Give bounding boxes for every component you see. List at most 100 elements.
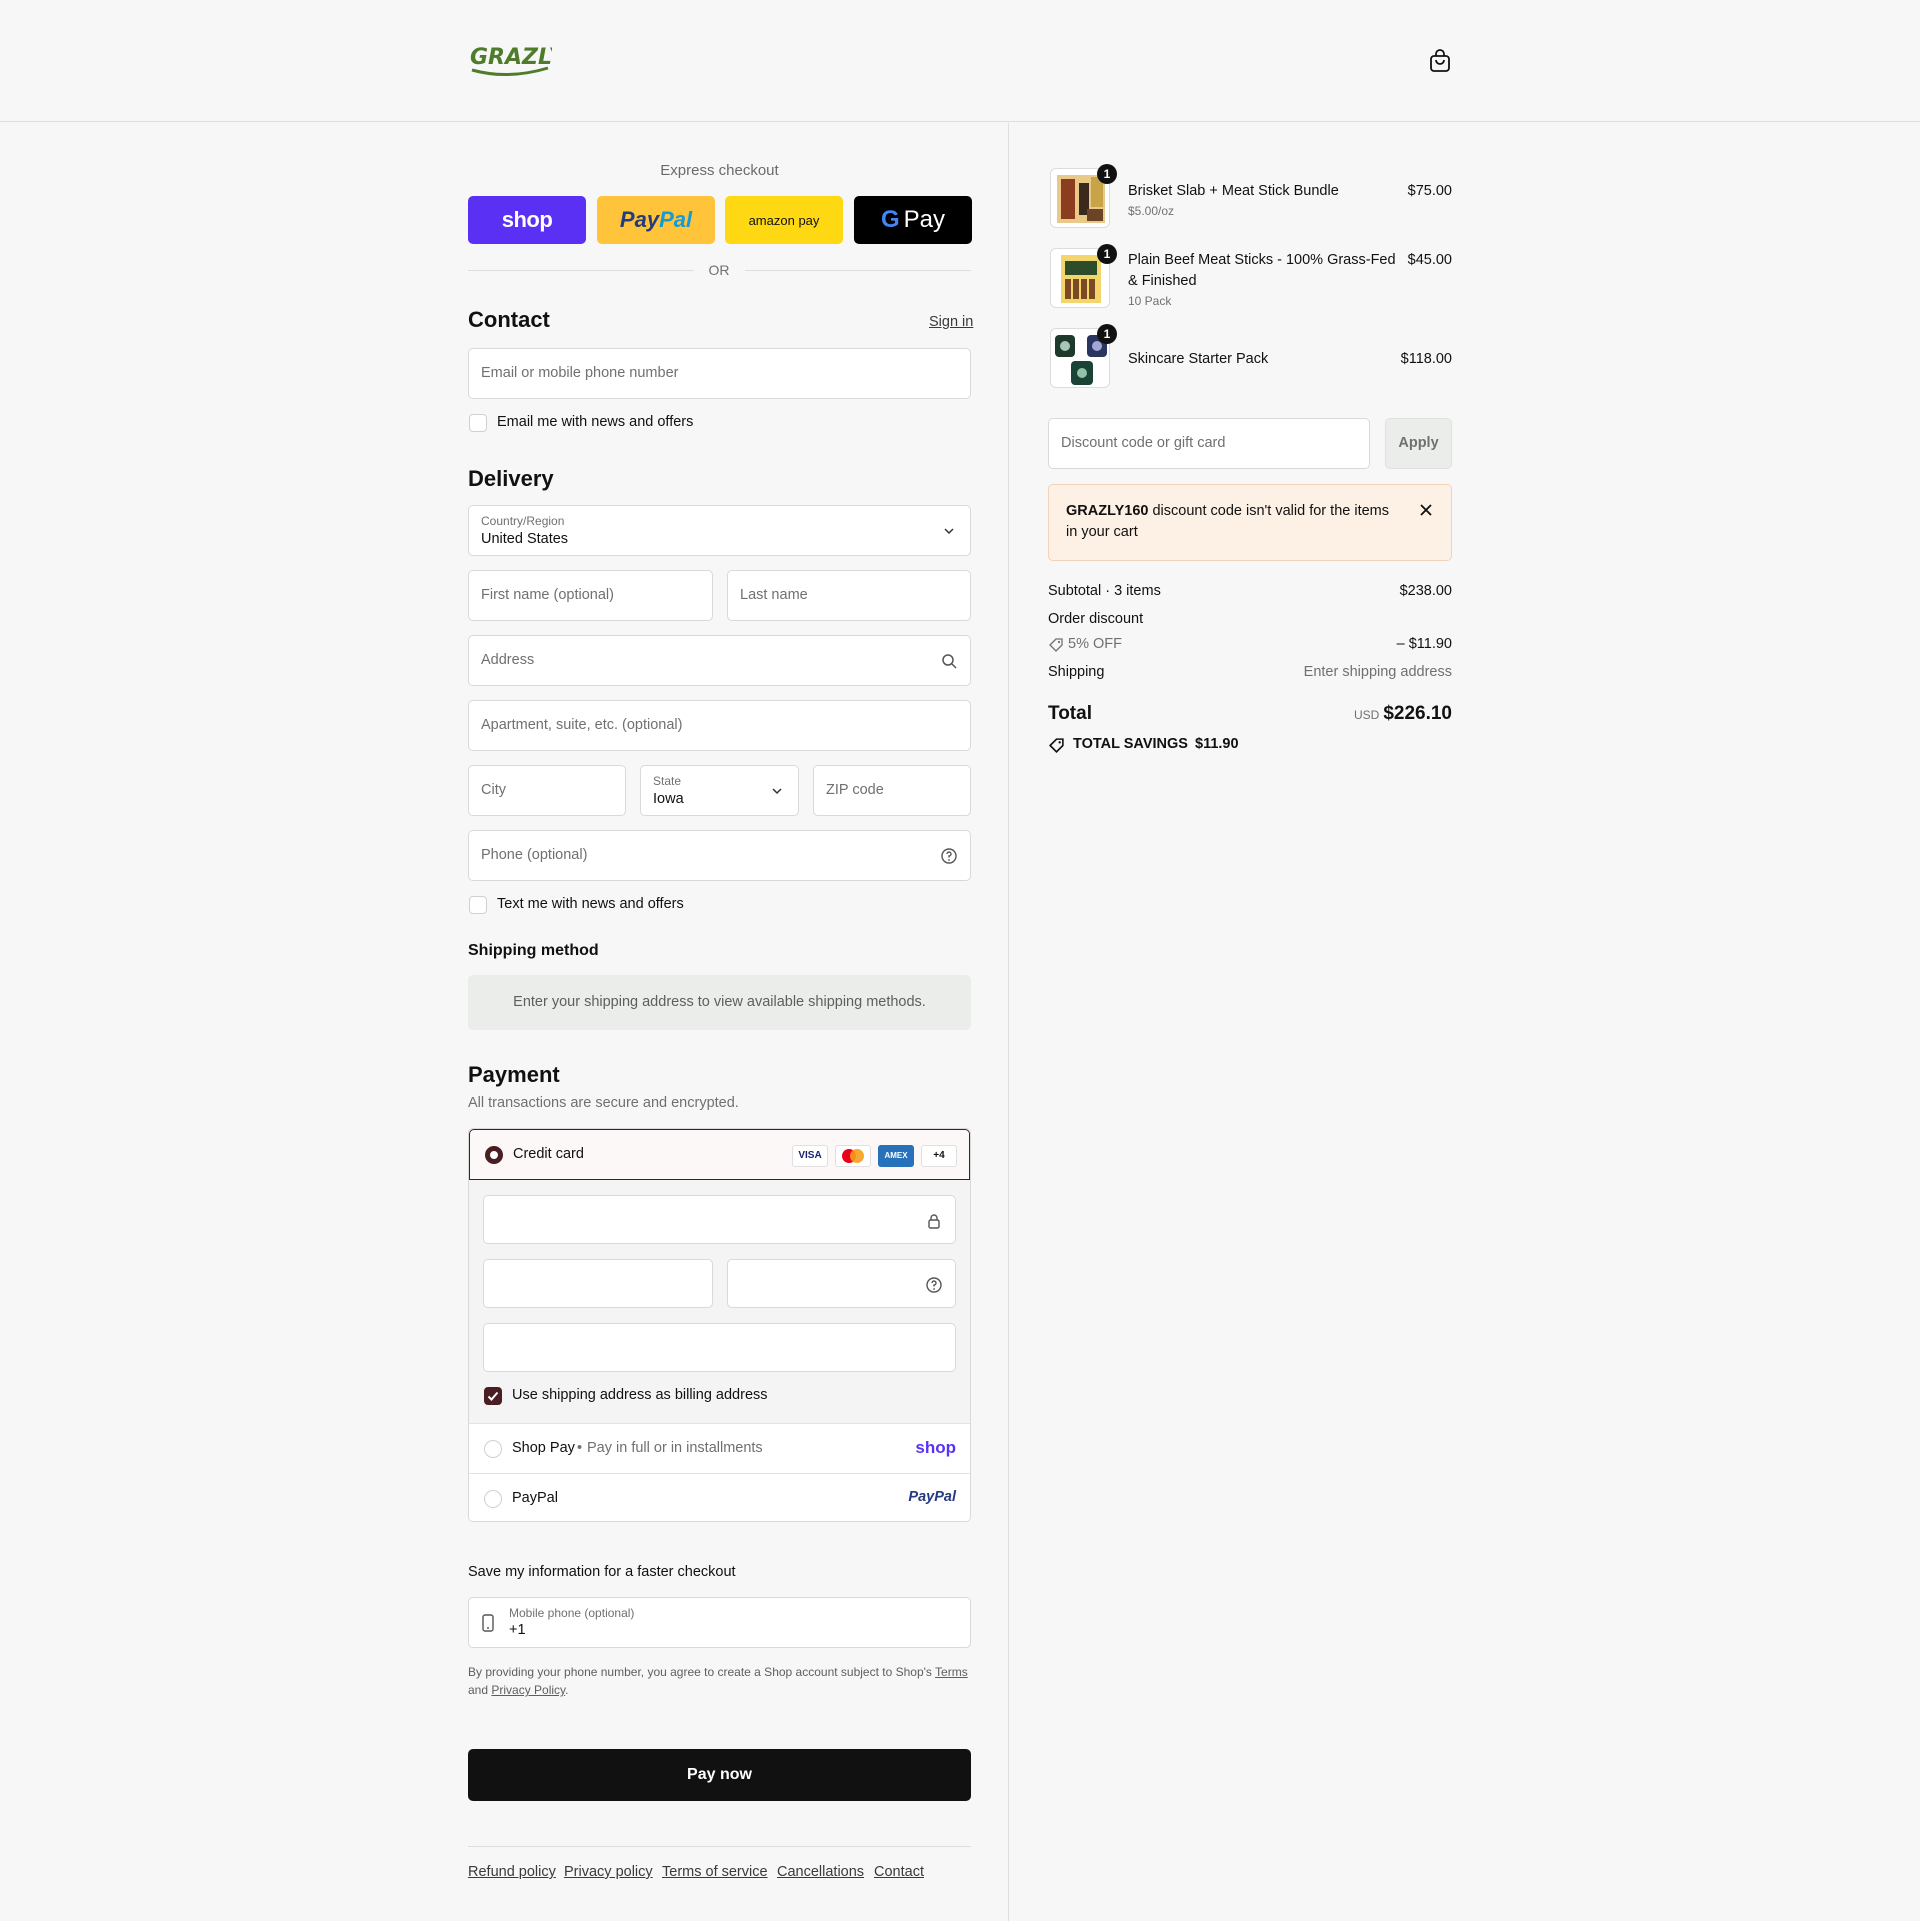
tag-icon — [1049, 638, 1063, 652]
discount-code-field[interactable]: Discount code or gift card — [1048, 418, 1370, 469]
order-discount-label: Order discount — [1048, 611, 1144, 627]
total-savings-value: $11.90 — [1195, 736, 1239, 752]
country-label: Country/Region — [481, 514, 565, 528]
paypal-pal-text: Pal — [659, 207, 693, 232]
total-savings-label: TOTAL SAVINGS — [1073, 736, 1188, 752]
chevron-down-icon — [944, 528, 954, 535]
discount-error-banner: GRAZLY160 discount code isn't valid for … — [1048, 484, 1452, 561]
discount-placeholder: Discount code or gift card — [1061, 435, 1226, 451]
state-select[interactable]: State Iowa — [640, 765, 799, 816]
shop-pay-logo: shop — [915, 1438, 956, 1457]
name-on-card-field[interactable] — [483, 1323, 956, 1372]
shipping-value: Enter shipping address — [1303, 664, 1452, 680]
privacy-policy-footer-link[interactable]: Privacy policy — [564, 1864, 653, 1880]
discount-value: – $11.90 — [1396, 636, 1452, 652]
pay-now-button[interactable]: Pay now — [468, 1749, 971, 1801]
close-icon[interactable] — [1419, 503, 1433, 517]
quantity-badge: 1 — [1097, 324, 1117, 344]
zip-field[interactable]: ZIP code — [813, 765, 971, 816]
lock-icon — [928, 1214, 940, 1229]
payment-heading: Payment — [468, 1062, 560, 1087]
item-subtitle: $5.00/oz — [1128, 204, 1175, 218]
contact-link[interactable]: Contact — [874, 1864, 924, 1880]
mobile-phone-value: +1 — [509, 1622, 526, 1638]
shipping-label: Shipping — [1048, 664, 1105, 680]
terms-of-service-link[interactable]: Terms of service — [662, 1864, 768, 1880]
shop-pay-option[interactable]: Shop Pay • Pay in full or in installment… — [469, 1423, 970, 1473]
more-cards-badge: +4 — [921, 1145, 957, 1167]
disclaimer-and: and — [468, 1683, 492, 1697]
billing-address-label: Use shipping address as billing address — [512, 1387, 768, 1403]
delivery-heading: Delivery — [468, 466, 554, 491]
shop-pay-subtitle: Pay in full or in installments — [587, 1440, 763, 1456]
city-field[interactable]: City — [468, 765, 626, 816]
cancellations-link[interactable]: Cancellations — [777, 1864, 864, 1880]
total-label: Total — [1048, 703, 1092, 724]
shop-disclaimer: By providing your phone number, you agre… — [468, 1663, 971, 1699]
refund-policy-link[interactable]: Refund policy — [468, 1864, 556, 1880]
apartment-placeholder: Apartment, suite, etc. (optional) — [481, 717, 683, 733]
item-subtitle: 10 Pack — [1128, 294, 1172, 308]
email-news-checkbox[interactable] — [469, 414, 487, 432]
quantity-badge: 1 — [1097, 164, 1117, 184]
privacy-policy-link[interactable]: Privacy Policy — [491, 1683, 565, 1697]
chevron-down-icon — [772, 788, 782, 795]
credit-card-form: Use shipping address as billing address — [469, 1180, 970, 1423]
phone-field[interactable]: Phone (optional) — [468, 830, 971, 881]
checkmark-icon — [487, 1391, 499, 1401]
billing-address-checkbox[interactable] — [484, 1387, 502, 1405]
country-select[interactable]: Country/Region United States — [468, 505, 971, 556]
expiration-field[interactable] — [483, 1259, 713, 1308]
or-divider-left — [468, 270, 694, 271]
help-icon[interactable] — [925, 1276, 943, 1294]
credit-card-option[interactable]: Credit card VISA AMEX +4 — [469, 1129, 970, 1180]
invalid-code: GRAZLY160 — [1066, 503, 1149, 519]
apply-discount-button[interactable]: Apply — [1385, 418, 1452, 469]
last-name-field[interactable]: Last name — [727, 570, 971, 621]
tag-icon — [1048, 738, 1064, 754]
card-number-field[interactable] — [483, 1195, 956, 1244]
address-field[interactable]: Address — [468, 635, 971, 686]
item-name: Plain Beef Meat Sticks - 100% Grass-Fed … — [1128, 252, 1396, 289]
shop-pay-express-button[interactable]: shop — [468, 196, 586, 244]
mobile-phone-field[interactable]: Mobile phone (optional) +1 — [468, 1597, 971, 1648]
amazon-pay-express-button[interactable]: amazon pay — [725, 196, 843, 244]
email-field[interactable]: Email or mobile phone number — [468, 348, 971, 399]
search-icon — [942, 654, 957, 669]
apartment-field[interactable]: Apartment, suite, etc. (optional) — [468, 700, 971, 751]
shop-pay-label: Shop Pay — [512, 1440, 575, 1456]
paypal-express-button[interactable]: Pay Pal — [597, 196, 715, 244]
paypal-label: PayPal — [512, 1490, 558, 1506]
sign-in-link[interactable]: Sign in — [929, 314, 973, 330]
contact-heading: Contact — [468, 307, 550, 332]
discount-error-text: GRAZLY160 discount code isn't valid for … — [1066, 501, 1401, 543]
express-checkout-label: Express checkout — [660, 162, 779, 179]
visa-icon: VISA — [792, 1145, 828, 1167]
google-pay-express-button[interactable]: G Pay — [854, 196, 972, 244]
text-news-checkbox[interactable] — [469, 896, 487, 914]
grazly-logo[interactable]: GRAZLY — [468, 40, 552, 80]
email-news-label: Email me with news and offers — [497, 414, 694, 430]
item-price: $118.00 — [1400, 351, 1452, 367]
paypal-radio[interactable] — [484, 1490, 502, 1508]
svg-text:GRAZLY: GRAZLY — [470, 45, 552, 70]
terms-link[interactable]: Terms — [935, 1665, 968, 1679]
security-code-field[interactable] — [727, 1259, 956, 1308]
shopping-bag-icon[interactable] — [1428, 48, 1452, 74]
shop-pay-radio[interactable] — [484, 1440, 502, 1458]
first-name-field[interactable]: First name (optional) — [468, 570, 713, 621]
save-info-heading: Save my information for a faster checkou… — [468, 1564, 736, 1580]
google-g-icon: G — [880, 206, 900, 233]
credit-card-radio[interactable] — [485, 1146, 503, 1164]
disclaimer-text: By providing your phone number, you agre… — [468, 1665, 936, 1679]
help-icon[interactable] — [940, 847, 958, 865]
paypal-option[interactable]: PayPal PayPal — [469, 1473, 970, 1521]
bullet-separator: • — [577, 1440, 583, 1456]
paypal-logo: PayPal — [908, 1489, 956, 1505]
quantity-badge: 1 — [1097, 244, 1117, 264]
first-name-placeholder: First name (optional) — [481, 587, 614, 603]
gpay-label: Pay — [903, 206, 946, 233]
subtotal-value: $238.00 — [1399, 583, 1452, 599]
order-discount-row: Order discount — [1048, 611, 1452, 627]
mobile-phone-icon — [482, 1614, 494, 1632]
